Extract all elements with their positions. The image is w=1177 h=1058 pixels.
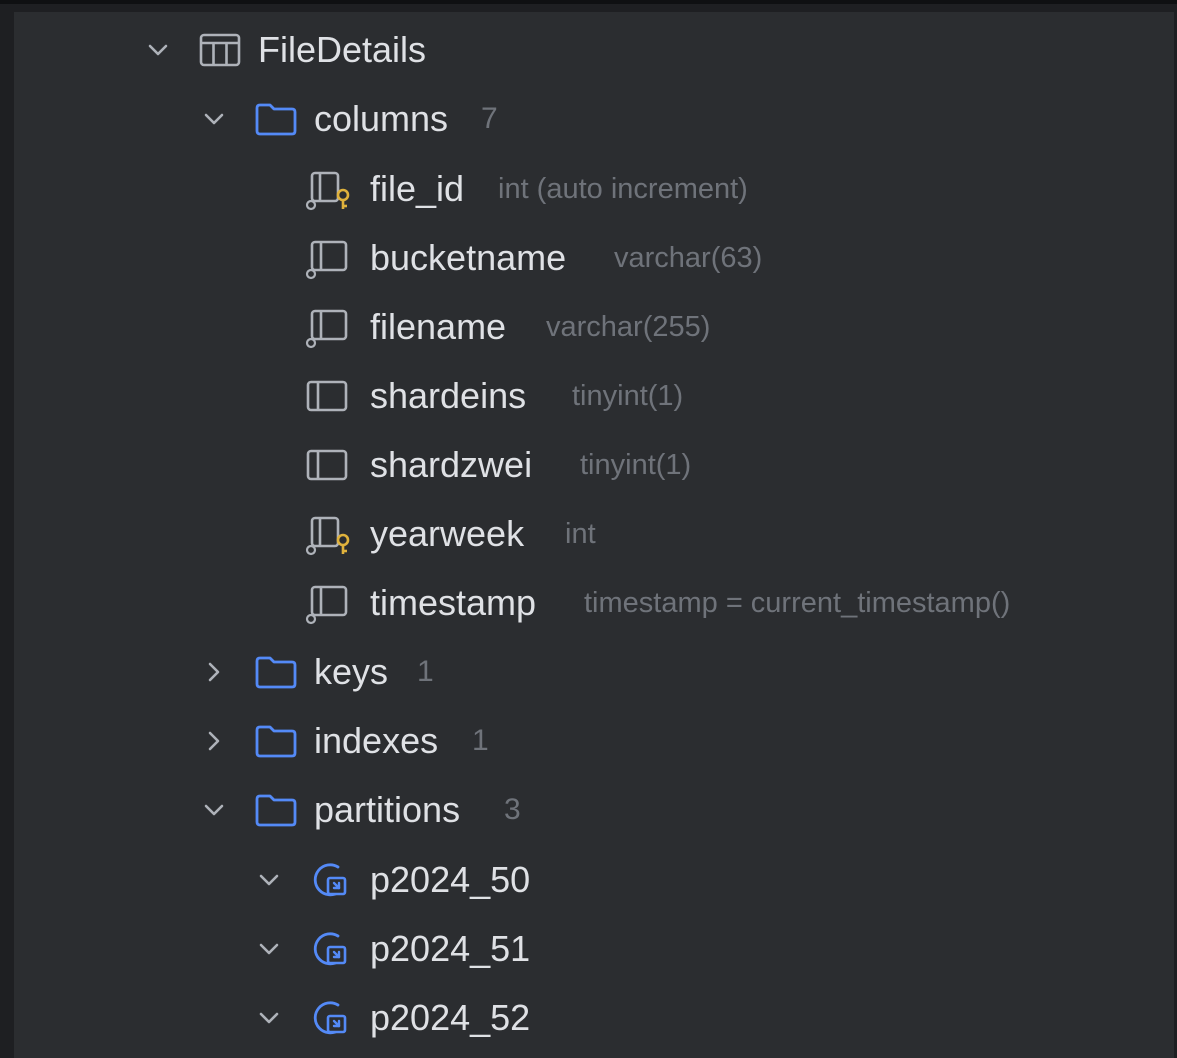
table-icon (199, 20, 241, 80)
partition-name: p2024_50 (370, 859, 531, 900)
folder-icon (254, 711, 298, 771)
partition-icon (308, 850, 352, 910)
tree-node-table[interactable]: FileDetails (14, 20, 1174, 80)
folder-count: 1 (417, 655, 434, 688)
column-type: tinyint(1) (572, 379, 684, 412)
chevron-down-icon[interactable] (256, 988, 282, 1048)
folder-label: partitions (314, 789, 461, 830)
folder-label: columns (314, 98, 449, 139)
tree-node-columns-folder[interactable]: columns 7 (14, 89, 1174, 149)
tree-node-indexes-folder[interactable]: indexes 1 (14, 711, 1174, 771)
partition-name: p2024_51 (370, 928, 531, 969)
column-type: int (auto increment) (498, 172, 748, 205)
column-type: varchar(255) (546, 310, 711, 343)
tree-node-partition[interactable]: p2024_52 (14, 988, 1174, 1048)
chevron-right-icon[interactable] (201, 711, 227, 771)
folder-label: keys (314, 651, 389, 692)
tree-node-partition[interactable]: p2024_50 (14, 850, 1174, 910)
tree-node-column[interactable]: shardeins tinyint(1) (14, 366, 1174, 426)
column-type: timestamp = current_timestamp() (584, 586, 1011, 619)
column-icon (304, 435, 354, 495)
column-icon (304, 366, 354, 426)
tree-node-column[interactable]: filename varchar(255) (14, 297, 1174, 357)
chevron-down-icon[interactable] (256, 919, 282, 979)
chevron-down-icon[interactable] (201, 89, 227, 149)
folder-icon (254, 89, 298, 149)
column-name: filename (370, 306, 507, 347)
column-name: yearweek (370, 513, 525, 554)
key-column-icon (304, 504, 354, 564)
folder-icon (254, 780, 298, 840)
chevron-right-icon[interactable] (201, 642, 227, 702)
column-name: timestamp (370, 582, 537, 623)
column-name: file_id (370, 168, 465, 209)
column-not-null-icon (304, 297, 354, 357)
column-name: shardeins (370, 375, 527, 416)
partition-icon (308, 988, 352, 1048)
window-frame: FileDetails columns 7 file_id int (auto … (0, 0, 1177, 1058)
folder-label: indexes (314, 720, 439, 761)
column-type: tinyint(1) (580, 448, 692, 481)
tree-node-column[interactable]: yearweek int (14, 504, 1174, 564)
column-name: bucketname (370, 237, 567, 278)
tree-node-partition[interactable]: p2024_51 (14, 919, 1174, 979)
key-column-icon (304, 159, 354, 219)
partition-icon (308, 919, 352, 979)
tree-node-partitions-folder[interactable]: partitions 3 (14, 780, 1174, 840)
folder-count: 1 (472, 724, 489, 757)
folder-icon (254, 642, 298, 702)
column-type: varchar(63) (614, 241, 763, 274)
folder-count: 3 (504, 793, 521, 826)
partition-name: p2024_52 (370, 997, 531, 1038)
chevron-down-icon[interactable] (256, 850, 282, 910)
tree-node-column[interactable]: shardzwei tinyint(1) (14, 435, 1174, 495)
tree-node-column[interactable]: bucketname varchar(63) (14, 228, 1174, 288)
column-not-null-icon (304, 573, 354, 633)
folder-count: 7 (481, 102, 498, 135)
chevron-down-icon[interactable] (201, 780, 227, 840)
column-name: shardzwei (370, 444, 533, 485)
top-border (0, 0, 1177, 4)
tree-node-column[interactable]: timestamp timestamp = current_timestamp(… (14, 573, 1174, 633)
column-not-null-icon (304, 228, 354, 288)
column-type: int (565, 517, 596, 550)
chevron-down-icon[interactable] (145, 20, 171, 80)
tree-node-column[interactable]: file_id int (auto increment) (14, 159, 1174, 219)
database-explorer-tree: FileDetails columns 7 file_id int (auto … (14, 12, 1174, 1058)
table-name: FileDetails (258, 29, 427, 70)
tree-node-keys-folder[interactable]: keys 1 (14, 642, 1174, 702)
